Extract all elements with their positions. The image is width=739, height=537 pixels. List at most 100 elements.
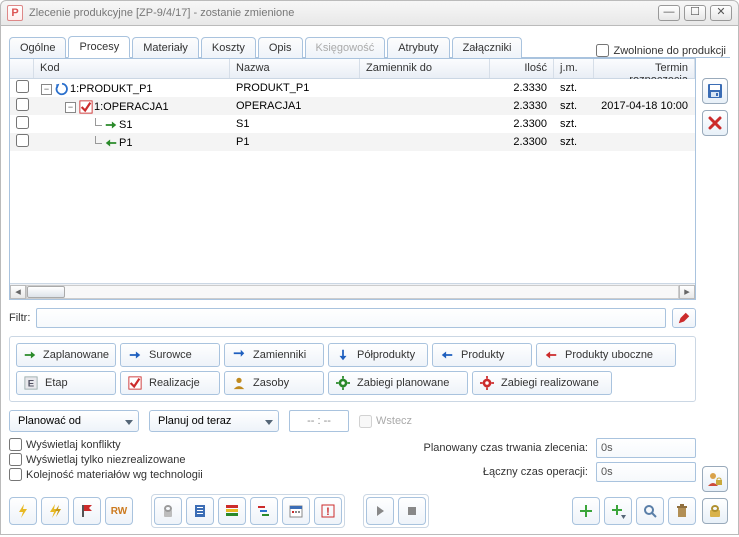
filter-clear-button[interactable] [672,308,696,328]
row-checkbox[interactable] [16,134,29,147]
planned-duration-value[interactable] [596,438,696,458]
tb-calendar[interactable] [282,497,310,525]
release-checkbox[interactable] [596,44,609,57]
row-kod: P1 [119,137,132,149]
list-color-icon [224,503,240,519]
plus-dropdown-icon [610,503,626,519]
minimize-button[interactable]: — [658,5,680,21]
play-icon [372,503,388,519]
operation-duration-value[interactable] [596,462,696,482]
col-zamiennik[interactable]: Zamiennik do [360,59,490,78]
tab-księgowość: Księgowość [305,37,386,58]
btn-zamienniki[interactable]: Zamienniki [224,343,324,367]
close-button[interactable]: ✕ [710,5,732,21]
tb-add-menu[interactable] [604,497,632,525]
expander[interactable]: − [65,102,76,113]
btn-produkty-uboczne[interactable]: Produkty uboczne [536,343,676,367]
btn-polprodukty[interactable]: Półprodukty [328,343,428,367]
btn-etap[interactable]: E Etap [16,371,116,395]
tb-rw[interactable]: RW [105,497,133,525]
row-checkbox[interactable] [16,116,29,129]
row-ilosc: 2.3300 [490,135,554,149]
tb-list-color[interactable] [218,497,246,525]
btn-label: Surowce [149,349,192,361]
table-row[interactable]: − 1:PRODUKT_P1PRODUKT_P12.3330szt. [10,79,695,97]
col-termin[interactable]: Termin rozpoczęcia [594,59,695,78]
tb-play[interactable] [366,497,394,525]
tb-gantt[interactable] [250,497,278,525]
doc-icon [192,503,208,519]
cycle-icon [55,82,69,96]
btn-label: Zamienniki [253,349,306,361]
tab-procesy[interactable]: Procesy [68,36,130,58]
save-button[interactable] [702,78,728,104]
row-ilosc: 2.3300 [490,117,554,131]
tb-lock[interactable] [154,497,182,525]
row-nazwa: OPERACJA1 [230,99,360,113]
col-nazwa[interactable]: Nazwa [230,59,360,78]
delete-button[interactable] [702,110,728,136]
tb-warn[interactable]: ! [314,497,342,525]
letter-e-icon: E [23,375,39,391]
maximize-button[interactable]: ☐ [684,5,706,21]
tb-flash1[interactable] [9,497,37,525]
show-conflicts-check[interactable]: Wyświetlaj konflikty [9,438,203,451]
tb-flag[interactable] [73,497,101,525]
release-to-production-check[interactable]: Zwolnione do produkcji [596,44,730,57]
arrow-left-icon [543,347,559,363]
window-title: Zlecenie produkcyjne [ZP-9/4/17] - zosta… [29,7,654,19]
plan-time-input[interactable] [289,410,349,432]
btn-zaplanowane[interactable]: Zaplanowane [16,343,116,367]
bottom-toolbar: RW ! [9,496,696,526]
horizontal-scrollbar[interactable]: ◂▸ [10,283,695,299]
row-jm: szt. [554,99,594,113]
btn-surowce[interactable]: Surowce [120,343,220,367]
check-icon [127,375,143,391]
tab-atrybuty[interactable]: Atrybuty [387,37,449,58]
tab-materiały[interactable]: Materiały [132,37,199,58]
tab-koszty[interactable]: Koszty [201,37,256,58]
tb-zoom[interactable] [636,497,664,525]
plan-from-combo[interactable]: Planuj od teraz [149,410,279,432]
col-kod[interactable]: Kod [34,59,230,78]
table-row[interactable]: − 1:OPERACJA1OPERACJA12.3330szt.2017-04-… [10,97,695,115]
user-lock-button[interactable] [702,466,728,492]
filter-input[interactable] [36,308,666,328]
material-order-check[interactable]: Kolejność materiałów wg technologii [9,468,203,481]
person-icon [231,375,247,391]
col-jm[interactable]: j.m. [554,59,594,78]
table-row[interactable]: P1P12.3300szt. [10,133,695,151]
btn-zasoby[interactable]: Zasoby [224,371,324,395]
col-ilosc[interactable]: Ilość [490,59,554,78]
expander[interactable]: − [41,84,52,95]
btn-realizacje[interactable]: Realizacje [120,371,220,395]
btn-zabiegi-realizowane[interactable]: Zabiegi realizowane [472,371,612,395]
btn-label: Zasoby [253,377,289,389]
tb-doc-blue[interactable] [186,497,214,525]
btn-produkty[interactable]: Produkty [432,343,532,367]
tab-załączniki[interactable]: Załączniki [452,37,523,58]
tb-flash-group[interactable] [41,497,69,525]
user-lock-icon [707,471,723,487]
row-termin: 2017-04-18 10:00 [594,99,695,113]
btn-label: Etap [45,377,68,389]
tb-trash[interactable] [668,497,696,525]
row-kod: 1:OPERACJA1 [94,101,169,113]
row-kod: S1 [119,119,132,131]
row-checkbox[interactable] [16,98,29,111]
table-row[interactable]: S1S12.3300szt. [10,115,695,133]
row-nazwa: S1 [230,117,360,131]
btn-zabiegi-planowane[interactable]: Zabiegi planowane [328,371,468,395]
lock-button[interactable] [702,498,728,524]
btn-label: Półprodukty [357,349,415,361]
row-checkbox[interactable] [16,80,29,93]
tab-opis[interactable]: Opis [258,37,303,58]
show-unrealized-check[interactable]: Wyświetlaj tylko niezrealizowane [9,453,203,466]
tb-add[interactable] [572,497,600,525]
tb-stop[interactable] [398,497,426,525]
btn-label: Produkty [461,349,504,361]
titlebar: P Zlecenie produkcyjne [ZP-9/4/17] - zos… [0,0,739,26]
tab-ogólne[interactable]: Ogólne [9,37,66,58]
plan-direction-combo[interactable]: Planować od [9,410,139,432]
row-nazwa: P1 [230,135,360,149]
